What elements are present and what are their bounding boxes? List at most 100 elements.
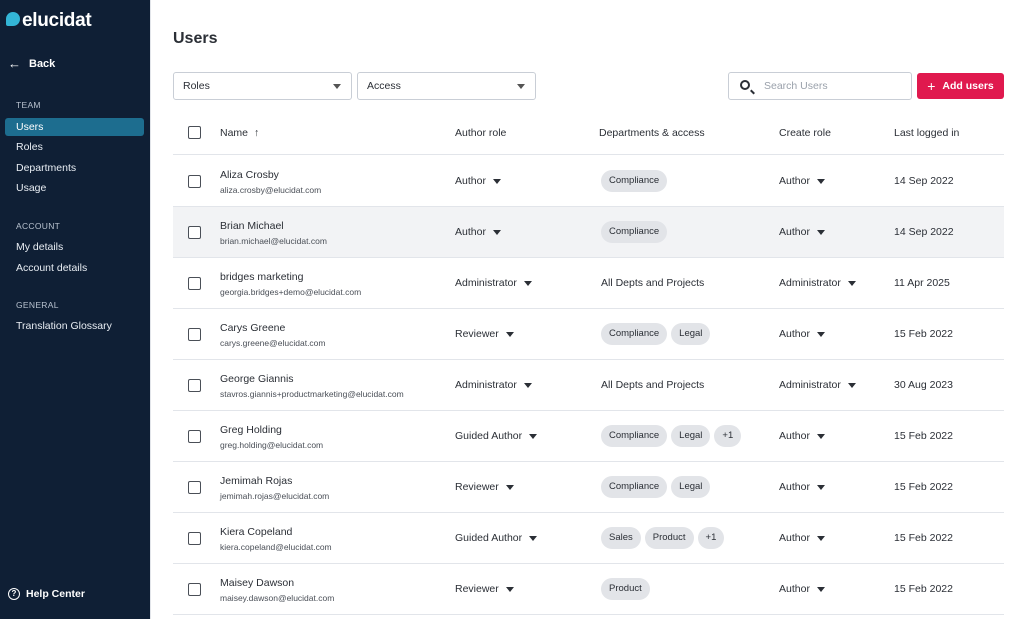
create-role-value: Author bbox=[779, 226, 810, 238]
table-row[interactable]: George Giannis stavros.giannis+productma… bbox=[173, 360, 1004, 411]
author-role-value: Author bbox=[455, 175, 486, 187]
create-role-value: Administrator bbox=[779, 379, 841, 391]
department-tag: Legal bbox=[671, 425, 711, 447]
table-row[interactable]: Aliza Crosby aliza.crosby@elucidat.com A… bbox=[173, 156, 1004, 207]
create-role-dropdown[interactable]: Author bbox=[779, 226, 825, 238]
author-role-dropdown[interactable]: Author bbox=[455, 226, 501, 238]
sidebar-item-roles[interactable]: Roles bbox=[5, 138, 144, 156]
caret-down-icon bbox=[529, 535, 538, 541]
table-row[interactable]: bridges marketing georgia.bridges+demo@e… bbox=[173, 258, 1004, 309]
departments-cell: All Depts and Projects bbox=[601, 374, 704, 396]
department-more-tag[interactable]: +1 bbox=[697, 527, 725, 549]
author-role-dropdown[interactable]: Reviewer bbox=[455, 328, 514, 340]
create-role-dropdown[interactable]: Author bbox=[779, 430, 825, 442]
create-role-value: Author bbox=[779, 328, 810, 340]
table-row[interactable]: Brian Michael brian.michael@elucidat.com… bbox=[173, 207, 1004, 258]
chevron-down-icon bbox=[517, 84, 525, 89]
user-name: Maisey Dawson bbox=[220, 577, 295, 589]
caret-down-icon bbox=[505, 484, 514, 490]
user-name: bridges marketing bbox=[220, 271, 304, 283]
caret-down-icon bbox=[523, 382, 532, 388]
row-checkbox[interactable] bbox=[188, 277, 201, 290]
row-checkbox[interactable] bbox=[188, 430, 201, 443]
sidebar-item-users[interactable]: Users bbox=[5, 118, 144, 136]
sidebar-item-usage[interactable]: Usage bbox=[5, 179, 144, 197]
create-role-dropdown[interactable]: Author bbox=[779, 583, 825, 595]
sidebar-item-translation-glossary[interactable]: Translation Glossary bbox=[5, 317, 144, 335]
author-role-dropdown[interactable]: Administrator bbox=[455, 379, 532, 391]
user-name: George Giannis bbox=[220, 373, 294, 385]
add-users-button[interactable]: + Add users bbox=[917, 73, 1004, 99]
create-role-value: Administrator bbox=[779, 277, 841, 289]
row-checkbox[interactable] bbox=[188, 226, 201, 239]
roles-filter-select[interactable]: Roles bbox=[173, 72, 352, 100]
caret-down-icon bbox=[523, 280, 532, 286]
departments-cell: Compliance bbox=[601, 221, 671, 243]
sort-arrow-up-icon: ↑ bbox=[253, 127, 260, 139]
access-filter-select[interactable]: Access bbox=[357, 72, 536, 100]
column-name-label: Name bbox=[220, 127, 249, 139]
departments-cell: Product bbox=[601, 578, 654, 600]
last-logged-date: 15 Feb 2022 bbox=[894, 481, 953, 493]
departments-cell: Compliance Legal bbox=[601, 323, 714, 345]
caret-down-icon bbox=[492, 178, 501, 184]
create-role-dropdown[interactable]: Author bbox=[779, 175, 825, 187]
search-input[interactable] bbox=[764, 78, 904, 94]
row-checkbox[interactable] bbox=[188, 481, 201, 494]
logo[interactable]: elucidat bbox=[6, 10, 92, 32]
author-role-dropdown[interactable]: Guided Author bbox=[455, 430, 538, 442]
department-more-tag[interactable]: +1 bbox=[714, 425, 742, 447]
column-departments: Departments & access bbox=[599, 127, 705, 139]
caret-down-icon bbox=[816, 229, 825, 235]
departments-cell: Compliance bbox=[601, 170, 671, 192]
select-all-checkbox[interactable] bbox=[188, 126, 201, 139]
sidebar-item-my-details[interactable]: My details bbox=[5, 238, 144, 256]
user-email: brian.michael@elucidat.com bbox=[220, 236, 327, 246]
arrow-left-icon: ← bbox=[8, 56, 21, 71]
create-role-dropdown[interactable]: Administrator bbox=[779, 379, 856, 391]
plus-icon: + bbox=[927, 78, 936, 94]
row-checkbox[interactable] bbox=[188, 175, 201, 188]
department-tag: Legal bbox=[671, 323, 711, 345]
logo-text: elucidat bbox=[22, 10, 92, 31]
user-name: Kiera Copeland bbox=[220, 526, 293, 538]
row-checkbox[interactable] bbox=[188, 379, 201, 392]
author-role-dropdown[interactable]: Guided Author bbox=[455, 532, 538, 544]
create-role-dropdown[interactable]: Author bbox=[779, 532, 825, 544]
author-role-dropdown[interactable]: Administrator bbox=[455, 277, 532, 289]
sidebar: elucidat ← Back TEAM Users Roles Departm… bbox=[0, 0, 150, 619]
row-checkbox[interactable] bbox=[188, 583, 201, 596]
user-email: greg.holding@elucidat.com bbox=[220, 440, 324, 450]
author-role-dropdown[interactable]: Author bbox=[455, 175, 501, 187]
author-role-dropdown[interactable]: Reviewer bbox=[455, 481, 514, 493]
table-row[interactable]: Jemimah Rojas jemimah.rojas@elucidat.com… bbox=[173, 462, 1004, 513]
section-label-team: TEAM bbox=[16, 100, 41, 110]
create-role-dropdown[interactable]: Author bbox=[779, 481, 825, 493]
caret-down-icon bbox=[492, 229, 501, 235]
table-row[interactable]: Kiera Copeland kiera.copeland@elucidat.c… bbox=[173, 513, 1004, 564]
last-logged-date: 15 Feb 2022 bbox=[894, 532, 953, 544]
table-row[interactable]: Greg Holding greg.holding@elucidat.com G… bbox=[173, 411, 1004, 462]
caret-down-icon bbox=[816, 586, 825, 592]
departments-cell: Compliance Legal +1 bbox=[601, 425, 745, 447]
sidebar-item-departments[interactable]: Departments bbox=[5, 159, 144, 177]
row-checkbox[interactable] bbox=[188, 328, 201, 341]
help-center-link[interactable]: ? Help Center bbox=[8, 588, 85, 600]
back-link[interactable]: ← Back bbox=[8, 56, 55, 71]
department-tag: Compliance bbox=[601, 170, 668, 192]
table-row[interactable]: Carys Greene carys.greene@elucidat.com R… bbox=[173, 309, 1004, 360]
departments-cell: Compliance Legal bbox=[601, 476, 714, 498]
caret-down-icon bbox=[816, 484, 825, 490]
user-name: Jemimah Rojas bbox=[220, 475, 293, 487]
author-role-value: Reviewer bbox=[455, 481, 499, 493]
column-name[interactable]: Name ↑ bbox=[220, 127, 259, 139]
create-role-dropdown[interactable]: Administrator bbox=[779, 277, 856, 289]
table-row[interactable]: Maisey Dawson maisey.dawson@elucidat.com… bbox=[173, 564, 1004, 615]
caret-down-icon bbox=[816, 433, 825, 439]
create-role-dropdown[interactable]: Author bbox=[779, 328, 825, 340]
author-role-dropdown[interactable]: Reviewer bbox=[455, 583, 514, 595]
caret-down-icon bbox=[847, 280, 856, 286]
sidebar-item-account-details[interactable]: Account details bbox=[5, 259, 144, 277]
department-tag: Product bbox=[601, 578, 650, 600]
row-checkbox[interactable] bbox=[188, 532, 201, 545]
